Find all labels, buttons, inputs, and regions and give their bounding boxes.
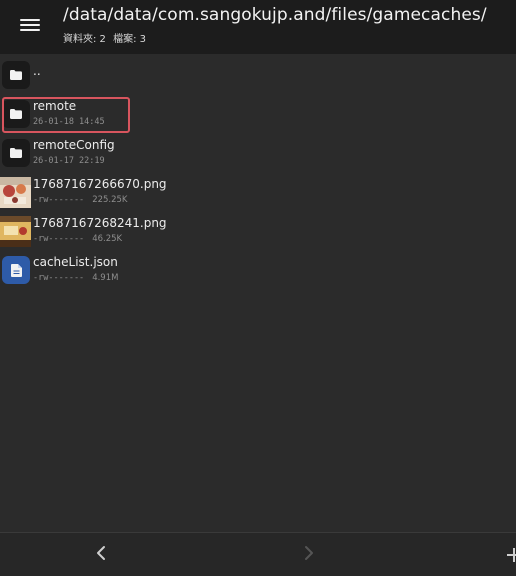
file-meta: -rw------- 46.25K xyxy=(33,234,122,244)
file-date: 26-01-18 14:45 xyxy=(33,117,105,127)
bottom-bar xyxy=(0,532,516,576)
menu-icon[interactable] xyxy=(20,16,42,34)
folder-count: 資料夾: 2 xyxy=(63,34,106,45)
file-permissions: -rw------- xyxy=(33,234,85,244)
list-item-json[interactable]: cacheList.json -rw------- 4.91M xyxy=(0,251,516,290)
file-count: 檔案: 3 xyxy=(113,34,147,45)
file-list: .. remote 26-01-18 14:45 remoteConfig 26… xyxy=(0,56,516,290)
file-name: remote xyxy=(33,99,77,113)
folder-icon xyxy=(2,100,30,128)
document-icon xyxy=(2,256,30,284)
list-item-remoteconfig[interactable]: remoteConfig 26-01-17 22:19 xyxy=(0,134,516,173)
file-date: 26-01-17 22:19 xyxy=(33,156,105,166)
file-meta: -rw------- 4.91M xyxy=(33,273,118,283)
file-name: 17687167266670.png xyxy=(33,177,167,191)
list-item-parent[interactable]: .. xyxy=(0,56,516,95)
list-item-png-1[interactable]: 17687167266670.png -rw------- 225.25K xyxy=(0,173,516,212)
list-item-png-2[interactable]: 17687167268241.png -rw------- 46.25K xyxy=(0,212,516,251)
item-counts: 資料夾: 2 檔案: 3 xyxy=(63,30,146,45)
file-size: 4.91M xyxy=(92,273,119,283)
back-icon[interactable] xyxy=(94,545,108,565)
file-name: cacheList.json xyxy=(33,255,118,269)
add-icon[interactable] xyxy=(507,547,516,566)
top-bar: /data/data/com.sangokujp.and/files/gamec… xyxy=(0,0,516,54)
file-meta: -rw------- 225.25K xyxy=(33,195,128,205)
list-item-remote[interactable]: remote 26-01-18 14:45 xyxy=(0,95,516,134)
file-name: .. xyxy=(33,64,41,78)
file-size: 225.25K xyxy=(92,195,128,205)
folder-icon xyxy=(2,139,30,167)
file-permissions: -rw------- xyxy=(33,273,85,283)
forward-icon[interactable] xyxy=(302,545,316,565)
image-thumbnail xyxy=(0,177,31,208)
current-path: /data/data/com.sangokujp.and/files/gamec… xyxy=(63,5,487,25)
file-permissions: -rw------- xyxy=(33,195,85,205)
image-thumbnail xyxy=(0,216,31,247)
file-size: 46.25K xyxy=(92,234,123,244)
folder-icon xyxy=(2,61,30,89)
file-name: 17687167268241.png xyxy=(33,216,167,230)
file-name: remoteConfig xyxy=(33,138,115,152)
